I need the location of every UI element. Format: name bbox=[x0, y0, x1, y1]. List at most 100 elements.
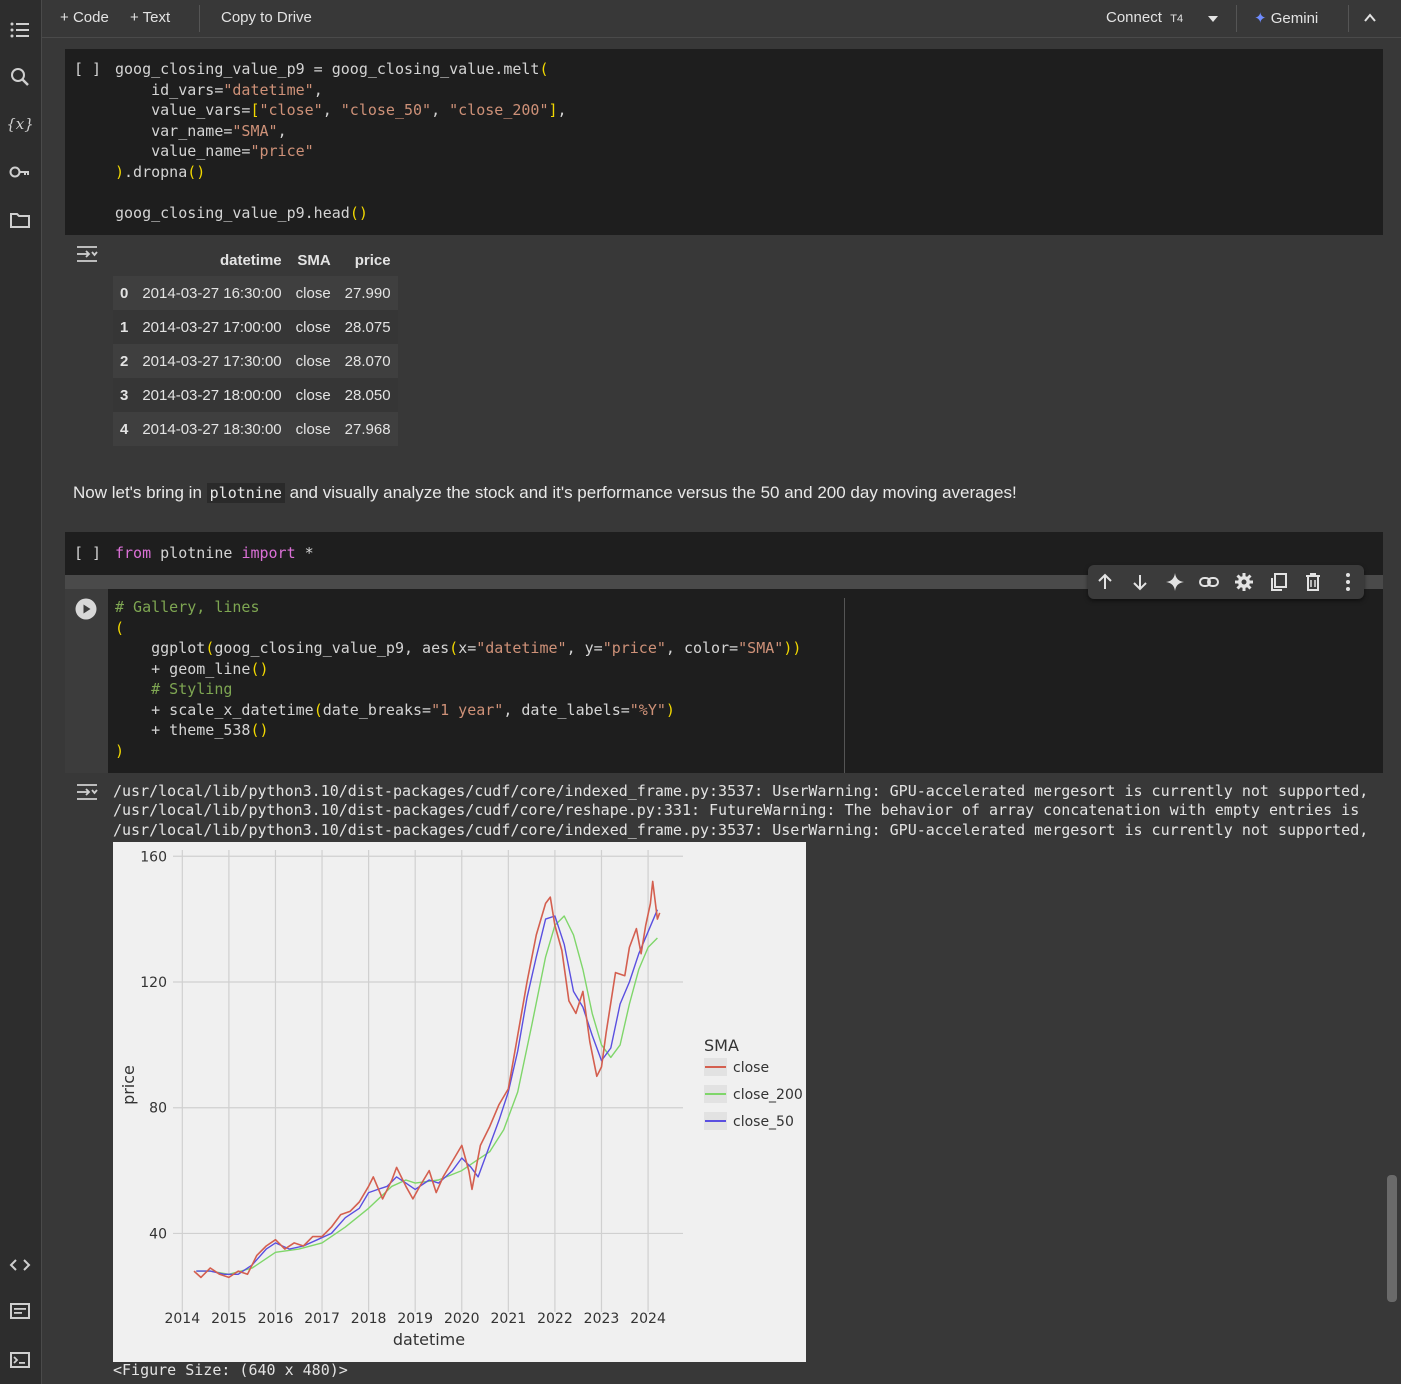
row-index-cell: 1 bbox=[120, 318, 129, 336]
code-editor[interactable]: from plotnine import * bbox=[115, 543, 314, 564]
code-line: + geom_line() bbox=[115, 659, 269, 678]
more-options-icon[interactable] bbox=[1337, 571, 1359, 593]
y-tick-label: 120 bbox=[140, 975, 167, 991]
markdown-text-before: Now let's bring in bbox=[73, 483, 207, 502]
move-cell-up-icon[interactable] bbox=[1094, 571, 1116, 593]
notebook-toolbar: + Code + Text Copy to Drive Connect T4 ✦… bbox=[42, 0, 1401, 38]
search-icon[interactable] bbox=[8, 65, 32, 89]
code-line: # Styling bbox=[151, 680, 233, 698]
table-cell: close bbox=[295, 284, 331, 302]
code-line: id_vars="datetime", bbox=[115, 80, 323, 99]
chevron-down-icon[interactable] bbox=[1205, 13, 1221, 25]
column-header: SMA bbox=[297, 251, 331, 269]
code-editor[interactable]: goog_closing_value_p9 = goog_closing_val… bbox=[115, 59, 567, 223]
key-icon[interactable] bbox=[8, 160, 32, 184]
code-editor[interactable]: # Gallery, lines ( ggplot(goog_closing_v… bbox=[115, 597, 801, 761]
code-snippets-icon[interactable] bbox=[8, 1253, 32, 1277]
x-tick-label: 2020 bbox=[444, 1311, 480, 1327]
terminal-icon[interactable] bbox=[8, 1348, 32, 1372]
table-cell: 2014-03-27 18:30:00 bbox=[142, 420, 282, 438]
series-line-close bbox=[193, 880, 661, 1279]
x-tick-label: 2016 bbox=[258, 1311, 294, 1327]
cell-run-bracket[interactable]: [ ] bbox=[74, 60, 101, 78]
x-tick-label: 2021 bbox=[491, 1311, 527, 1327]
delete-cell-icon[interactable] bbox=[1302, 571, 1324, 593]
legend-label: close_200 bbox=[733, 1087, 803, 1103]
copy-to-drive-button[interactable]: Copy to Drive bbox=[221, 9, 312, 26]
column-header bbox=[113, 244, 135, 276]
inline-code: plotnine bbox=[206, 483, 285, 503]
x-tick-label: 2022 bbox=[537, 1311, 573, 1327]
run-cell-button[interactable] bbox=[75, 598, 97, 620]
table-cell: 2014-03-27 17:30:00 bbox=[142, 352, 282, 370]
y-axis-label: price bbox=[119, 1065, 138, 1105]
table-cell: close bbox=[295, 318, 331, 336]
gemini-button[interactable]: ✦ Gemini bbox=[1254, 9, 1318, 27]
table-cell: 28.070 bbox=[344, 352, 391, 370]
code-line: ggplot(goog_closing_value_p9, aes(x="dat… bbox=[115, 639, 802, 657]
gear-icon[interactable] bbox=[1233, 571, 1255, 593]
code-cell-ggplot[interactable]: # Gallery, lines ( ggplot(goog_closing_v… bbox=[65, 589, 1383, 773]
table-row: 4 2014-03-27 18:30:00 close 27.968 bbox=[113, 412, 398, 446]
command-palette-icon[interactable] bbox=[8, 1299, 32, 1323]
table-cell: close bbox=[295, 420, 331, 438]
x-tick-label: 2014 bbox=[164, 1311, 200, 1327]
add-text-button[interactable]: + Text bbox=[130, 9, 170, 26]
chevron-up-icon[interactable] bbox=[1362, 10, 1378, 26]
table-cell: 2014-03-27 16:30:00 bbox=[142, 284, 282, 302]
sparkle-icon[interactable] bbox=[1164, 571, 1186, 593]
page-scrollbar[interactable] bbox=[1387, 1175, 1397, 1302]
x-tick-label: 2024 bbox=[630, 1311, 666, 1327]
y-tick-label: 80 bbox=[149, 1101, 167, 1117]
left-rail: {x} bbox=[0, 0, 42, 1384]
toolbar-divider bbox=[1236, 5, 1237, 32]
table-cell: 27.990 bbox=[344, 284, 391, 302]
svg-text:{x}: {x} bbox=[8, 115, 32, 133]
table-cell: 28.050 bbox=[344, 386, 391, 404]
editor-ruler bbox=[844, 598, 845, 773]
code-line: goog_closing_value_p9 = goog_closing_val… bbox=[115, 60, 549, 78]
move-cell-down-icon[interactable] bbox=[1129, 571, 1151, 593]
legend-title: SMA bbox=[704, 1036, 739, 1055]
gemini-label: Gemini bbox=[1270, 10, 1319, 27]
sparkle-icon: ✦ bbox=[1254, 10, 1267, 27]
table-cell: close bbox=[295, 386, 331, 404]
table-cell: 2014-03-27 18:00:00 bbox=[142, 386, 282, 404]
figure-size-text: <Figure Size: (640 x 480)> bbox=[113, 1361, 348, 1379]
table-row: 3 2014-03-27 18:00:00 close 28.050 bbox=[113, 378, 398, 412]
table-cell: 2014-03-27 17:00:00 bbox=[142, 318, 282, 336]
warning-line: /usr/local/lib/python3.10/dist-packages/… bbox=[113, 801, 1360, 819]
column-header: datetime bbox=[219, 251, 282, 269]
y-tick-label: 40 bbox=[149, 1226, 167, 1242]
row-index-cell: 2 bbox=[120, 352, 129, 370]
output-toggle-icon[interactable] bbox=[76, 244, 98, 264]
warning-line: /usr/local/lib/python3.10/dist-packages/… bbox=[113, 821, 1369, 839]
plus-icon: + bbox=[130, 9, 139, 26]
add-code-button[interactable]: + Code bbox=[60, 9, 109, 26]
code-line: value_vars=["close", "close_50", "close_… bbox=[115, 101, 567, 119]
table-header-row: datetime SMA price bbox=[113, 244, 398, 276]
table-of-contents-icon[interactable] bbox=[8, 18, 32, 42]
link-icon[interactable] bbox=[1198, 571, 1220, 593]
code-line: var_name="SMA", bbox=[115, 121, 287, 140]
legend-label: close_50 bbox=[733, 1114, 794, 1130]
code-cell-melt[interactable]: [ ] goog_closing_value_p9 = goog_closing… bbox=[65, 49, 1383, 235]
runtime-type-label: T4 bbox=[1170, 13, 1184, 25]
code-line: + scale_x_datetime(date_breaks="1 year",… bbox=[115, 700, 675, 719]
row-index-cell: 4 bbox=[120, 420, 129, 438]
mirror-cell-icon[interactable] bbox=[1268, 571, 1290, 593]
cell-run-bracket[interactable]: [ ] bbox=[74, 544, 101, 562]
markdown-text: Now let's bring in plotnine and visually… bbox=[73, 483, 1017, 503]
code-line: value_name="price" bbox=[115, 142, 314, 160]
x-tick-label: 2017 bbox=[304, 1311, 340, 1327]
output-toggle-icon[interactable] bbox=[76, 782, 98, 802]
code-line: goog_closing_value_p9.head() bbox=[115, 203, 368, 222]
table-cell: 28.075 bbox=[344, 318, 391, 336]
line-chart: 2014 2015 2016 2017 2018 2019 2020 2021 2022 2023… bbox=[119, 849, 803, 1349]
table-row: 1 2014-03-27 17:00:00 close 28.075 bbox=[113, 310, 398, 344]
toolbar-divider bbox=[1348, 5, 1349, 32]
folder-icon[interactable] bbox=[8, 208, 32, 232]
code-line: from plotnine import * bbox=[115, 544, 314, 562]
connect-button[interactable]: Connect T4 bbox=[1106, 9, 1183, 26]
variables-icon[interactable]: {x} bbox=[8, 112, 32, 136]
